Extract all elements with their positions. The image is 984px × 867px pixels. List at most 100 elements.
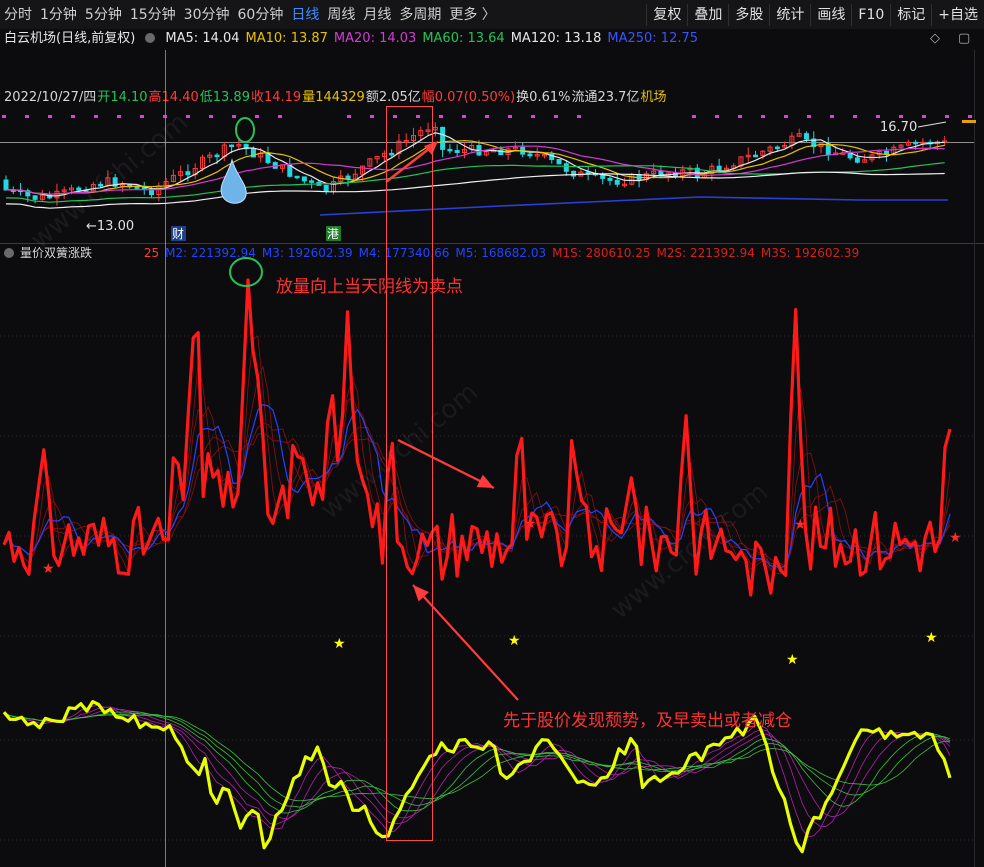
tool-button-7[interactable]: +自选 (931, 3, 984, 26)
candle-body (221, 144, 227, 157)
candle-body (461, 148, 467, 154)
candle-body (665, 172, 671, 177)
candle-body (760, 150, 766, 156)
oscillator-line (2, 699, 952, 854)
diamond-icon[interactable]: ◇ (930, 31, 940, 46)
tool-button-5[interactable]: F10 (851, 3, 890, 26)
candle-body (39, 194, 45, 200)
period-tab-9[interactable]: 多周期 (395, 4, 445, 26)
candle-body (432, 126, 438, 131)
candle-body (672, 172, 678, 177)
period-tab-1[interactable]: 1分钟 (36, 4, 81, 26)
candle-body (316, 181, 322, 186)
candle-body (927, 141, 933, 145)
tool-buttons: 复权 叠加 多股 统计 画线 F10 标记 +自选 (646, 3, 984, 26)
tool-button-3[interactable]: 统计 (769, 3, 810, 26)
water-drop-icon (220, 158, 247, 204)
info-field-4: 收14.19 (250, 90, 302, 105)
candle-body (876, 151, 882, 156)
marker-gang: 港 (327, 227, 339, 241)
period-tab-0[interactable]: 分时 (0, 4, 36, 26)
annotation-arrow-up-head (413, 585, 429, 602)
candle-body (905, 141, 911, 146)
signal-dot (71, 115, 75, 118)
signal-dot (25, 115, 29, 118)
chart-canvas[interactable]: 16.70 ←13.00 财 港 ★ ★ ★ ★ ★ ★ ★ ★ www.cfchi.com www.cf… (0, 0, 984, 867)
marker-cai-bg (171, 226, 186, 241)
signal-dot (692, 115, 696, 118)
candle-body (818, 143, 824, 148)
candle-body (600, 173, 606, 179)
osc-ma-line-3 (3, 708, 951, 820)
period-tab-4[interactable]: 30分钟 (180, 4, 234, 26)
highlight-circle-top (235, 117, 255, 143)
collapse-icon[interactable] (145, 33, 156, 43)
candle-body (811, 138, 817, 148)
ma-label-3: MA60: 13.64 (422, 31, 505, 46)
tool-button-1[interactable]: 叠加 (687, 3, 728, 26)
osc-ma-line-1 (3, 704, 951, 838)
red-ma-line-1 (3, 335, 951, 575)
candle-body (549, 153, 555, 161)
info-field-9: 流通23.7亿 (571, 90, 640, 105)
annotation-arrow-up-line (412, 584, 519, 701)
candle-body (374, 156, 380, 160)
candle-body (61, 189, 67, 192)
candle-body (330, 181, 336, 192)
candle-body (934, 141, 940, 145)
info-field-1: 开14.10 (97, 90, 148, 105)
blue-ma-line (3, 404, 951, 569)
candle-body (360, 165, 366, 175)
candle-body (898, 144, 904, 148)
tool-button-6[interactable]: 标记 (890, 3, 931, 26)
candle-body (418, 130, 424, 137)
period-tab-7[interactable]: 周线 (323, 4, 359, 26)
ma250-line (319, 196, 948, 216)
candle-body (425, 129, 431, 132)
candle-body (840, 152, 846, 155)
bar-info: 2022/10/27/四开14.10高14.40低13.89收14.19量144… (4, 89, 667, 107)
candle-body (571, 170, 577, 177)
candle-body (294, 175, 300, 179)
signal-dot (853, 115, 857, 118)
signal-dot (922, 115, 926, 118)
indicator-collapse-icon[interactable] (4, 248, 14, 258)
period-tab-3[interactable]: 15分钟 (126, 4, 180, 26)
candle-body (149, 189, 155, 196)
signal-dot (945, 115, 949, 118)
candle-body (585, 171, 591, 175)
period-tab-10[interactable]: 更多 〉 (445, 4, 499, 26)
highlight-box (386, 106, 433, 841)
candle-body (709, 165, 715, 175)
candle-body (287, 164, 293, 177)
period-tab-6[interactable]: 日线 (287, 4, 323, 26)
period-tab-8[interactable]: 月线 (359, 4, 395, 26)
signal-dot (163, 115, 167, 118)
tool-button-0[interactable]: 复权 (646, 3, 687, 26)
signal-dot (278, 115, 282, 118)
candle-body (367, 158, 373, 167)
candle-body (301, 176, 307, 182)
candle-body (112, 177, 118, 187)
tool-button-2[interactable]: 多股 (728, 3, 769, 26)
period-toolbar: 分时 1分钟 5分钟 15分钟 30分钟 60分钟 日线 周线 月线 多周期 更多 〉 复权 叠加 多股… (0, 0, 984, 30)
candle-body (127, 184, 133, 188)
info-field-5: 量144329 (302, 90, 365, 105)
signal-dot (784, 115, 788, 118)
candle-body (731, 165, 737, 169)
period-tab-2[interactable]: 5分钟 (81, 4, 126, 26)
candle-body (178, 171, 184, 176)
red-star-icon-1: ★ (524, 516, 537, 532)
candle-body (105, 177, 111, 186)
period-tab-5[interactable]: 60分钟 (234, 4, 288, 26)
tool-button-4[interactable]: 画线 (810, 3, 851, 26)
candle-body (447, 148, 453, 152)
sell-point-annotation: 放量向上当天阴线为卖点 (276, 277, 463, 297)
candle-body (454, 150, 460, 154)
candle-body (389, 152, 395, 156)
candle-body (723, 167, 729, 171)
volume-price-line (2, 278, 952, 597)
candle-body (411, 135, 417, 141)
close-icon[interactable]: ▢ (958, 31, 970, 46)
candle-body (803, 133, 809, 140)
